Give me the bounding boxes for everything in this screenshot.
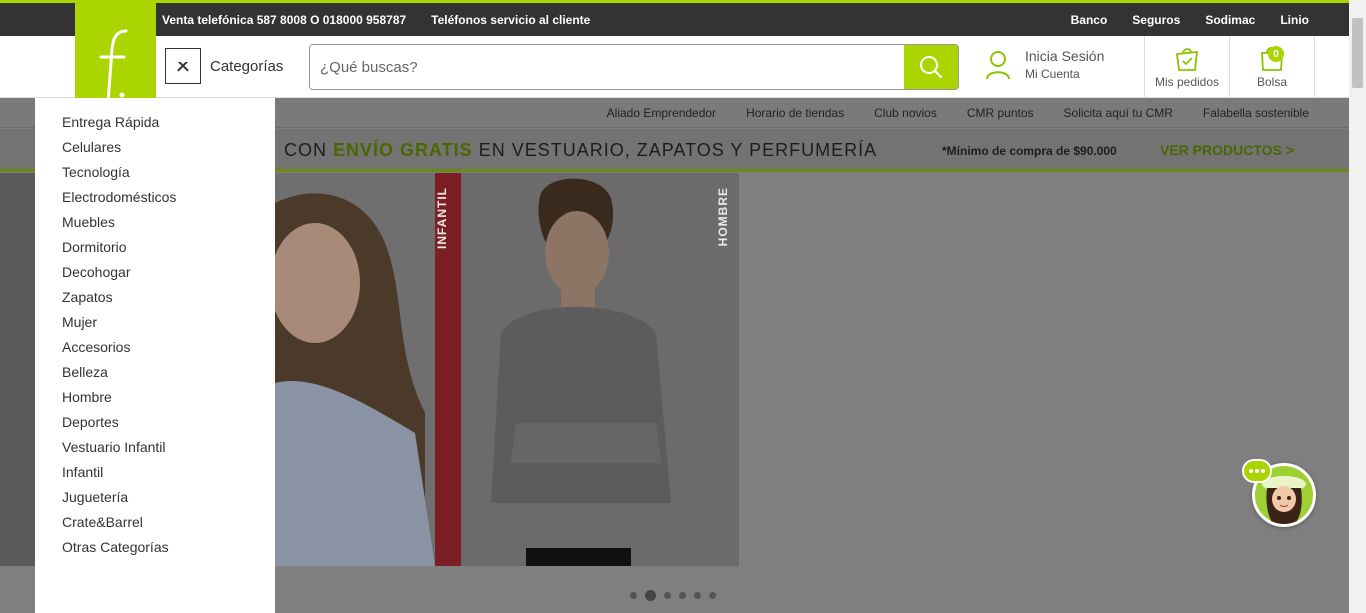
user-icon	[986, 50, 1010, 79]
hombre-label: HOMBRE	[716, 187, 730, 247]
carousel-dot-4[interactable]	[679, 592, 686, 599]
hero-image-men[interactable]: HOMBRE	[461, 173, 739, 566]
menu-item-deportes[interactable]: Deportes	[35, 410, 275, 435]
bag-label: Bolsa	[1256, 75, 1288, 89]
menu-caret	[175, 52, 191, 62]
my-orders-button[interactable]: Mis pedidos	[1144, 36, 1229, 97]
top-bar: Venta telefónica 587 8008 O 018000 95878…	[0, 0, 1349, 36]
menu-item-accesorios[interactable]: Accesorios	[35, 335, 275, 360]
carousel-dot-1[interactable]	[630, 592, 637, 599]
scrollbar-thumb[interactable]	[1352, 18, 1363, 88]
orders-bag-icon	[1175, 48, 1199, 71]
chat-icon	[1242, 459, 1272, 483]
carousel-dot-5[interactable]	[694, 592, 701, 599]
carousel-dot-2[interactable]	[645, 590, 656, 601]
customer-service-link[interactable]: Teléfonos servicio al cliente	[431, 13, 590, 27]
seguros-link[interactable]: Seguros	[1132, 13, 1180, 27]
menu-item-belleza[interactable]: Belleza	[35, 360, 275, 385]
phone-sales-link[interactable]: Venta telefónica 587 8008 O 018000 95878…	[162, 13, 406, 27]
menu-item-tecnologia[interactable]: Tecnología	[35, 160, 275, 185]
login-link[interactable]: Inicia Sesión Mi Cuenta	[985, 48, 1104, 81]
menu-item-electrodomesticos[interactable]: Electrodomésticos	[35, 185, 275, 210]
hero-image-left[interactable]	[0, 173, 36, 566]
menu-item-otras-categorias[interactable]: Otras Categorías	[35, 535, 275, 560]
hero-image-kids[interactable]: INFANTIL	[275, 173, 461, 566]
menu-item-crate-barrel[interactable]: Crate&Barrel	[35, 510, 275, 535]
menu-item-mujer[interactable]: Mujer	[35, 310, 275, 335]
menu-item-dormitorio[interactable]: Dormitorio	[35, 235, 275, 260]
banco-link[interactable]: Banco	[1071, 13, 1108, 27]
carousel-dot-6[interactable]	[709, 592, 716, 599]
menu-item-entrega-rapida[interactable]: Entrega Rápida	[35, 110, 275, 135]
carousel-dots	[630, 590, 716, 601]
top-bar-left: Venta telefónica 587 8008 O 018000 95878…	[162, 3, 590, 36]
my-orders-label: Mis pedidos	[1154, 75, 1220, 89]
chat-assistant-button[interactable]	[1242, 459, 1318, 529]
search-icon	[920, 56, 942, 78]
login-title: Inicia Sesión	[1025, 48, 1105, 64]
promo-message: CON ENVÍO GRATIS EN VESTUARIO, ZAPATOS Y…	[284, 140, 878, 160]
hero-men-illustration	[491, 178, 671, 566]
sodimac-link[interactable]: Sodimac	[1205, 13, 1255, 27]
infantil-label: INFANTIL	[435, 187, 449, 249]
subnav-horario-tiendas[interactable]: Horario de tiendas	[746, 106, 844, 120]
categories-menu: Entrega Rápida Celulares Tecnología Elec…	[35, 98, 275, 613]
hero-kids-illustration	[275, 173, 435, 566]
menu-item-hombre[interactable]: Hombre	[35, 385, 275, 410]
linio-link[interactable]: Linio	[1280, 13, 1309, 27]
login-subtitle: Mi Cuenta	[1025, 67, 1080, 81]
subnav-cmr-puntos[interactable]: CMR puntos	[967, 106, 1034, 120]
promo-minimum: *Mínimo de compra de $90.000	[942, 144, 1117, 158]
search-bar	[309, 44, 959, 90]
bag-button[interactable]: 0 Bolsa	[1229, 36, 1315, 97]
menu-item-jugueteria[interactable]: Juguetería	[35, 485, 275, 510]
top-bar-right: Banco Seguros Sodimac Linio	[1071, 3, 1309, 36]
carousel-dot-3[interactable]	[664, 592, 671, 599]
menu-item-zapatos[interactable]: Zapatos	[35, 285, 275, 310]
page-scrollbar[interactable]	[1349, 0, 1366, 613]
menu-item-decohogar[interactable]: Decohogar	[35, 260, 275, 285]
view-products-link[interactable]: VER PRODUCTOS >	[1160, 142, 1294, 158]
search-button[interactable]	[904, 45, 958, 89]
subnav-solicita-cmr[interactable]: Solicita aquí tu CMR	[1064, 106, 1173, 120]
menu-item-celulares[interactable]: Celulares	[35, 135, 275, 160]
categories-label: Categorías	[210, 57, 284, 75]
subnav-club-novios[interactable]: Club novios	[874, 106, 937, 120]
promo-highlight: ENVÍO GRATIS	[333, 140, 473, 160]
main-header: ✕ Categorías Inicia Sesión Mi Cuenta Mis…	[0, 3, 1349, 133]
menu-item-vestuario-infantil[interactable]: Vestuario Infantil	[35, 435, 275, 460]
subnav-aliado-emprendedor[interactable]: Aliado Emprendedor	[607, 106, 716, 120]
bag-count-badge: 0	[1268, 46, 1284, 62]
menu-item-infantil[interactable]: Infantil	[35, 460, 275, 485]
search-input[interactable]	[310, 45, 904, 89]
subnav-falabella-sostenible[interactable]: Falabella sostenible	[1203, 106, 1309, 120]
menu-item-muebles[interactable]: Muebles	[35, 210, 275, 235]
